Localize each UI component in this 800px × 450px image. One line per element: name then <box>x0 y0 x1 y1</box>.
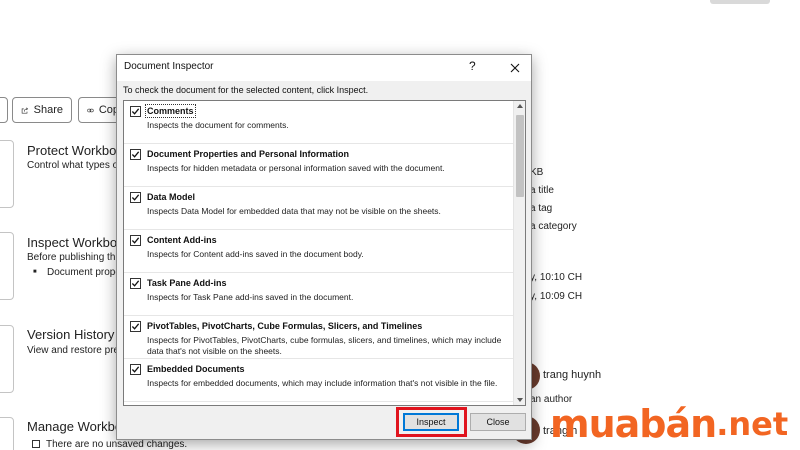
inspection-item-description: Inspects for hidden metadata or personal… <box>147 163 445 173</box>
inspection-item-name: Comments <box>145 104 196 118</box>
inspection-items: Comments Inspects the document for commen… <box>124 101 515 402</box>
dialog-instruction: To check the document for the selected c… <box>123 85 369 95</box>
prev-button-edge[interactable] <box>0 97 8 123</box>
dialog-titlebar: Document Inspector ? <box>117 55 531 81</box>
list-scrollbar[interactable] <box>513 101 525 405</box>
inspection-list: Comments Inspects the document for commen… <box>123 100 526 406</box>
property-category[interactable]: a category <box>530 221 577 232</box>
protect-workbook-heading: Protect Workboo <box>27 143 124 158</box>
scroll-up-icon[interactable] <box>517 104 523 108</box>
top-strip <box>710 0 770 4</box>
property-size: KB <box>530 167 544 178</box>
protect-workbook-card[interactable] <box>0 140 14 208</box>
inspect-workbook-card[interactable] <box>0 232 14 300</box>
version-history-sub: View and restore previ <box>27 345 127 356</box>
inspection-item-name: Data Model <box>147 192 196 202</box>
inspection-item-description: Inspects the document for comments. <box>147 120 289 130</box>
property-tags[interactable]: a tag <box>530 203 552 214</box>
inspection-checkbox[interactable] <box>130 364 141 375</box>
checkmark-icon <box>131 108 140 115</box>
inspection-item[interactable]: Embedded Documents Inspects for embedded … <box>124 359 515 402</box>
inspection-item-name: Document Properties and Personal Informa… <box>147 149 350 159</box>
inspection-item-description: Inspects for embedded documents, which m… <box>147 378 498 388</box>
close-button[interactable]: Close <box>470 413 526 431</box>
property-last-modified: y, 10:10 CH <box>530 272 583 283</box>
manage-workbook-sub-text: There are no unsaved changes. <box>46 439 188 450</box>
help-button[interactable]: ? <box>469 59 476 73</box>
inspection-item-name: Embedded Documents <box>147 364 245 374</box>
document-inspector-dialog: Document Inspector ? To check the docume… <box>116 54 532 440</box>
inspection-item[interactable]: Task Pane Add-ins Inspects for Task Pane … <box>124 273 515 316</box>
inspection-item-name: PivotTables, PivotCharts, Cube Formulas,… <box>147 321 423 331</box>
inspection-item-description: Inspects for Task Pane add-ins saved in … <box>147 292 354 302</box>
property-created: y, 10:09 CH <box>530 291 583 302</box>
inspection-item-name: Task Pane Add-ins <box>147 278 227 288</box>
close-icon[interactable] <box>503 58 527 78</box>
inspection-checkbox[interactable] <box>130 192 141 203</box>
protect-workbook-sub: Control what types of <box>27 160 121 171</box>
inspection-item[interactable]: Data Model Inspects Data Model for embedd… <box>124 187 515 230</box>
inspection-item[interactable]: PivotTables, PivotCharts, Cube Formulas,… <box>124 316 515 359</box>
checkmark-icon <box>131 323 140 330</box>
inspection-item-name: Content Add-ins <box>147 235 217 245</box>
watermark-tld: .net <box>716 405 789 443</box>
dialog-title: Document Inspector <box>124 61 214 72</box>
inspection-checkbox[interactable] <box>130 149 141 160</box>
checkmark-icon <box>131 366 140 373</box>
share-label: Share <box>33 104 63 116</box>
inspection-item[interactable]: Content Add-ins Inspects for Content add-… <box>124 230 515 273</box>
inspection-checkbox[interactable] <box>130 278 141 289</box>
inspection-item-description: Inspects for Content add-ins saved in th… <box>147 249 364 259</box>
watermark-logo: muabán .net <box>550 398 800 450</box>
share-button[interactable]: Share <box>12 97 72 123</box>
inspect-workbook-bullet: Document prope <box>33 267 121 278</box>
inspection-item[interactable]: Comments Inspects the document for commen… <box>124 101 515 144</box>
checkmark-icon <box>131 194 140 201</box>
inspect-workbook-sub: Before publishing this <box>27 252 123 263</box>
inspection-item-description: Inspects Data Model for embedded data th… <box>147 206 441 216</box>
inspection-checkbox[interactable] <box>130 321 141 332</box>
author-name: trang huynh <box>543 369 602 381</box>
link-icon <box>87 108 94 112</box>
share-icon <box>21 107 29 114</box>
inspection-item[interactable]: Document Properties and Personal Informa… <box>124 144 515 187</box>
scroll-thumb[interactable] <box>516 115 524 197</box>
watermark-main: muabán <box>550 402 717 446</box>
checkmark-icon <box>131 237 140 244</box>
scroll-down-icon[interactable] <box>517 398 523 402</box>
inspect-workbook-bullet-text: Document prope <box>47 267 121 278</box>
manage-workbook-heading: Manage Workboo <box>27 419 130 434</box>
inspection-checkbox[interactable] <box>130 235 141 246</box>
inspection-checkbox[interactable] <box>130 106 141 117</box>
inspect-highlight-box <box>396 407 467 437</box>
inspection-item-description: Inspects for PivotTables, PivotCharts, c… <box>147 335 502 356</box>
inspect-workbook-heading: Inspect Workboo <box>27 235 125 250</box>
checkmark-icon <box>131 151 140 158</box>
version-history-card[interactable] <box>0 325 14 393</box>
version-history-heading: Version History <box>27 327 115 342</box>
manage-workbook-card[interactable] <box>0 417 14 450</box>
checkmark-icon <box>131 280 140 287</box>
manage-workbook-sub: There are no unsaved changes. <box>32 439 187 450</box>
property-title[interactable]: a title <box>530 185 554 196</box>
